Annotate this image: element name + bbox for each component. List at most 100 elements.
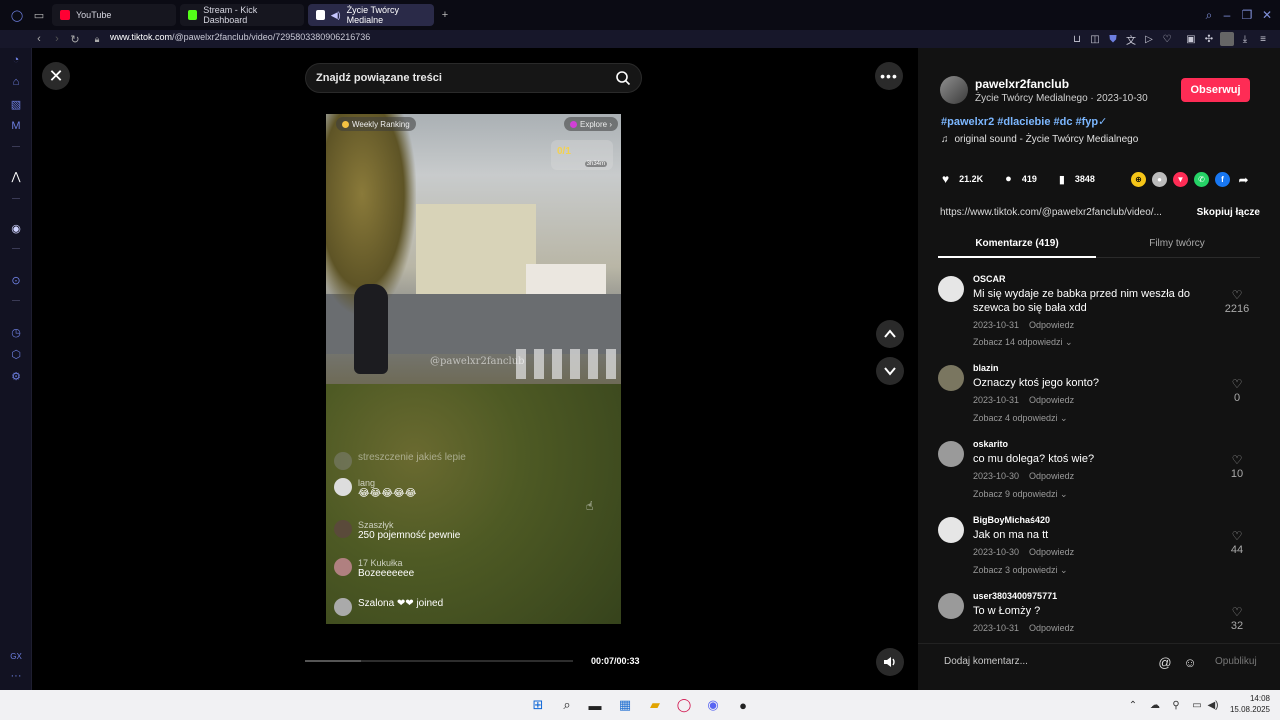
reload-icon[interactable]: ↻ — [67, 30, 83, 48]
facebook-icon[interactable]: f — [1215, 172, 1230, 187]
close-video-button[interactable]: ✕ — [42, 62, 70, 90]
extensions-icon[interactable]: ⬡ — [8, 346, 24, 362]
comment-like[interactable]: ♡ 44 — [1222, 529, 1252, 556]
volume-button[interactable] — [876, 648, 904, 676]
send-icon[interactable]: ▼ — [1173, 172, 1188, 187]
follow-button[interactable]: Obserwuj — [1181, 78, 1250, 102]
video-progress-bar[interactable] — [305, 660, 573, 662]
weekly-ranking-badge[interactable]: Weekly Ranking — [336, 117, 416, 131]
menu-icon[interactable]: ≡ — [1256, 32, 1270, 46]
opera-logo-icon[interactable]: ◯ — [8, 6, 26, 24]
tab-youtube[interactable]: YouTube — [52, 4, 176, 26]
forward-icon[interactable]: › — [49, 30, 65, 48]
video-frame[interactable]: Weekly Ranking Explore › 0/1 3h34m @pawe… — [326, 114, 621, 624]
new-tab-icon[interactable]: + — [436, 6, 454, 24]
tab-manager-icon[interactable]: ▭ — [30, 6, 48, 24]
shield-icon[interactable]: ⛊ — [1106, 32, 1120, 46]
reply-link[interactable]: Odpowiedz — [1029, 320, 1074, 330]
previous-video-button[interactable] — [876, 320, 904, 348]
discord-icon[interactable]: ◉ — [8, 220, 24, 236]
reply-link[interactable]: Odpowiedz — [1029, 547, 1074, 557]
comment-like[interactable]: ♡ 0 — [1222, 377, 1252, 404]
tab-comments[interactable]: Komentarze (419) — [938, 238, 1096, 249]
gx-store-icon[interactable]: ⌂ — [8, 74, 24, 90]
whatsapp-icon[interactable]: ✆ — [1194, 172, 1209, 187]
onedrive-icon[interactable]: ☁ — [1148, 698, 1162, 712]
tray-chevron-icon[interactable]: ⌃ — [1126, 698, 1140, 712]
back-icon[interactable]: ‹ — [31, 30, 47, 48]
system-clock[interactable]: 14:08 15.08.2025 — [1230, 693, 1270, 715]
explore-badge[interactable]: Explore › — [563, 117, 618, 131]
opera-gx-icon[interactable]: ◯ — [674, 695, 694, 715]
task-view-icon[interactable]: ▬ — [585, 695, 605, 715]
extension-icon[interactable]: ▣ — [1184, 32, 1198, 46]
commenter-avatar[interactable] — [938, 441, 964, 467]
search-icon[interactable] — [615, 70, 631, 86]
commenter-avatar[interactable] — [938, 593, 964, 619]
download-icon[interactable]: ⤓ — [1238, 32, 1252, 46]
puzzle-icon[interactable]: ✣ — [1202, 32, 1216, 46]
play-icon[interactable]: ▷ — [1142, 32, 1156, 46]
volume-icon[interactable]: ◀) — [1206, 698, 1220, 712]
profile-icon[interactable] — [1220, 32, 1234, 46]
sound-link[interactable]: ♫ original sound - Życie Twórcy Medialne… — [941, 134, 1138, 145]
creator-handle[interactable]: pawelxr2fanclub — [975, 77, 1069, 91]
copy-link-button[interactable]: Skopiuj łącze — [1197, 207, 1260, 218]
view-replies-link[interactable]: Zobacz 4 odpowiedzi ⌄ — [973, 413, 1068, 424]
creator-avatar[interactable] — [940, 76, 968, 104]
commenter-name[interactable]: BigBoyMichaś420 — [973, 515, 1050, 525]
minimize-icon[interactable]: – — [1218, 6, 1236, 24]
next-video-button[interactable] — [876, 357, 904, 385]
commenter-avatar[interactable] — [938, 365, 964, 391]
comment-like[interactable]: ♡ 10 — [1222, 453, 1252, 480]
commenter-avatar[interactable] — [938, 276, 964, 302]
commenter-name[interactable]: OSCAR — [973, 274, 1006, 284]
windows-start-icon[interactable]: ⊞ — [528, 695, 548, 715]
share-icon[interactable]: ➦ — [1236, 172, 1251, 187]
search-icon[interactable]: ⌕ — [557, 695, 577, 715]
close-window-icon[interactable]: ✕ — [1258, 6, 1276, 24]
aria-icon[interactable]: ⋀ — [8, 168, 24, 184]
view-replies-link[interactable]: Zobacz 14 odpowiedzi ⌄ — [973, 337, 1073, 348]
gx-control-icon[interactable]: ◔ — [8, 52, 24, 68]
player-icon[interactable]: ⊙ — [8, 272, 24, 288]
tab-creator-videos[interactable]: Filmy twórcy — [1098, 238, 1256, 249]
comment-stat[interactable]: ● 419 — [1005, 173, 1037, 185]
comment-like[interactable]: ♡ 32 — [1222, 605, 1252, 632]
emoji-icon[interactable]: ☺ — [1182, 654, 1198, 670]
tab-kick[interactable]: Stream - Kick Dashboard — [180, 4, 304, 26]
translate-icon[interactable]: 文 — [1124, 32, 1138, 47]
history-icon[interactable]: ◷ — [8, 324, 24, 340]
more-options-button[interactable]: ••• — [875, 62, 903, 90]
embed-icon[interactable]: ⊕ — [1131, 172, 1146, 187]
video-link[interactable]: https://www.tiktok.com/@pawelxr2fanclub/… — [940, 207, 1162, 218]
reply-link[interactable]: Odpowiedz — [1029, 623, 1074, 633]
gx-tour-icon[interactable]: M — [8, 118, 24, 134]
commenter-name[interactable]: oskarito — [973, 439, 1008, 449]
microphone-icon[interactable]: ⚲ — [1169, 698, 1183, 712]
hashtags[interactable]: #pawelxr2 #dlaciebie #dc #fyp✓ — [941, 115, 1107, 128]
sidebar-more-icon[interactable]: ··· — [8, 668, 24, 684]
network-icon[interactable]: ▭ — [1190, 698, 1204, 712]
add-comment-input[interactable]: Dodaj komentarz... — [944, 656, 1028, 667]
store-icon[interactable]: ▦ — [615, 695, 635, 715]
snapshot-icon[interactable]: ◫ — [1088, 32, 1102, 46]
commenter-name[interactable]: user3803400975771 — [973, 591, 1057, 601]
reply-link[interactable]: Odpowiedz — [1029, 395, 1074, 405]
gx-corner-icon[interactable]: ▧ — [8, 96, 24, 112]
pin-icon[interactable]: ⊔ — [1070, 32, 1084, 46]
mention-icon[interactable]: @ — [1157, 654, 1173, 670]
reply-link[interactable]: Odpowiedz — [1029, 471, 1074, 481]
post-comment-button[interactable]: Opublikuj — [1215, 656, 1257, 667]
view-replies-link[interactable]: Zobacz 3 odpowiedzi ⌄ — [973, 565, 1068, 576]
url-field[interactable]: www.tiktok.com/@pawelxr2fanclub/video/72… — [110, 32, 370, 42]
save-stat[interactable]: ▮ 3848 — [1059, 173, 1095, 186]
related-search-input[interactable]: Znajdź powiązane treści — [305, 63, 642, 93]
discord-icon[interactable]: ◉ — [703, 695, 723, 715]
tab-tiktok[interactable]: ◀) Życie Twórcy Medialne — [308, 4, 434, 26]
commenter-avatar[interactable] — [938, 517, 964, 543]
file-explorer-icon[interactable]: ▰ — [645, 695, 665, 715]
like-stat[interactable]: ♥ 21.2K — [942, 172, 983, 186]
friends-icon[interactable]: ● — [1152, 172, 1167, 187]
commenter-name[interactable]: blazin — [973, 363, 999, 373]
